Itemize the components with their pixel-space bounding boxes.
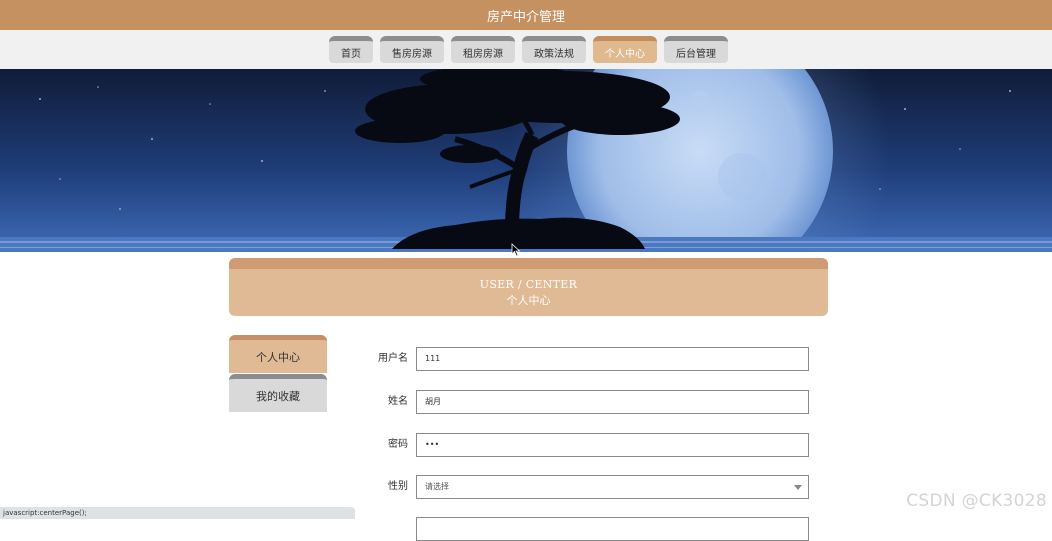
nav-tab-rental-listings[interactable]: 租房房源	[451, 36, 515, 63]
section-header: USER / CENTER 个人中心	[229, 258, 828, 316]
next-field[interactable]	[416, 517, 809, 541]
name-row: 姓名 胡月	[360, 390, 810, 414]
section-title-en: USER / CENTER	[479, 278, 578, 291]
nav-tab-admin[interactable]: 后台管理	[664, 36, 728, 63]
username-input[interactable]: 111	[416, 347, 809, 371]
main-nav: 首页 售房房源 租房房源 政策法规 个人中心 后台管理	[0, 30, 1052, 69]
watermark: CSDN @CK3028	[906, 491, 1047, 511]
app-header: 房产中介管理	[0, 0, 1052, 30]
section-title-cn: 个人中心	[506, 294, 551, 307]
password-input[interactable]: •••	[416, 433, 809, 457]
gender-select-value: 请选择	[425, 482, 449, 491]
nav-tab-policies[interactable]: 政策法规	[522, 36, 586, 63]
nav-tab-sale-listings[interactable]: 售房房源	[380, 36, 444, 63]
gender-select[interactable]: 请选择	[416, 475, 809, 499]
password-label: 密码	[388, 439, 408, 450]
username-row: 用户名 111	[360, 347, 810, 371]
username-label: 用户名	[378, 353, 408, 364]
banner-image	[0, 69, 1052, 252]
chevron-down-icon	[794, 485, 802, 490]
mouse-cursor-icon	[511, 243, 521, 257]
app-title: 房产中介管理	[486, 9, 565, 25]
gender-label: 性别	[388, 481, 408, 492]
moonlit-tree-icon	[0, 69, 1052, 252]
password-row: 密码 •••	[360, 433, 810, 457]
nav-tab-user-center[interactable]: 个人中心	[593, 36, 657, 63]
sidebar-item-favorites[interactable]: 我的收藏	[229, 374, 327, 412]
name-input[interactable]: 胡月	[416, 390, 809, 414]
nav-tab-home[interactable]: 首页	[329, 36, 373, 63]
browser-status-bar: javascript:centerPage();	[0, 507, 355, 519]
name-label: 姓名	[388, 396, 408, 407]
gender-row: 性别 请选择	[360, 475, 810, 499]
sidebar-item-user-center[interactable]: 个人中心	[229, 335, 327, 373]
next-row	[360, 517, 810, 541]
